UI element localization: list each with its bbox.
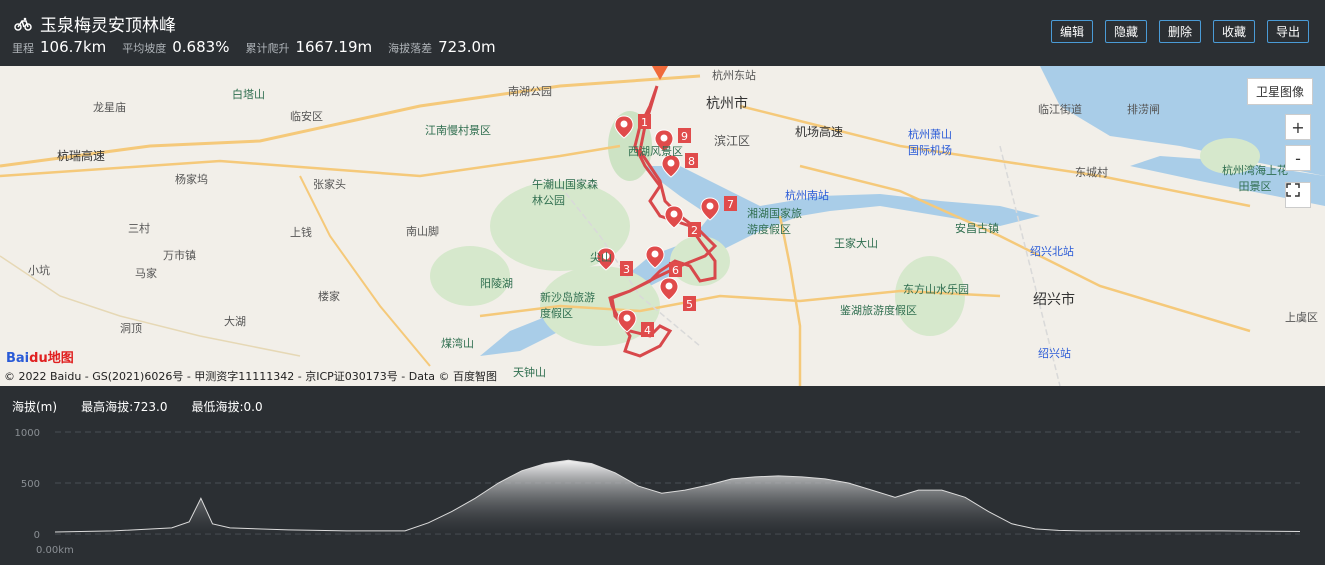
place-label: 绍兴市 — [1033, 292, 1075, 308]
place-label: 安昌古镇 — [955, 222, 999, 235]
place-label: 万市镇 — [163, 249, 196, 262]
place-label: 临江街道 — [1038, 103, 1082, 116]
place-label: 南湖公园 — [508, 85, 552, 98]
stat-elev-diff: 723.0m — [438, 38, 496, 56]
svg-text:2: 2 — [691, 224, 698, 237]
logo-text: Bai — [6, 351, 30, 366]
place-label: 西湖风景区 — [628, 145, 683, 158]
route-stats: 里程 106.7km 平均坡度 0.683% 累计爬升 1667.19m 海拔落… — [12, 38, 506, 56]
bike-icon — [14, 17, 32, 31]
stat-label: 海拔落差 — [388, 42, 433, 55]
place-label: 煤湾山 — [441, 337, 474, 350]
place-label: 天钟山 — [513, 366, 546, 379]
place-label: 东城村 — [1075, 166, 1108, 179]
svg-text:7: 7 — [727, 198, 734, 211]
place-label: 上钱 — [290, 226, 312, 239]
logo-tail: du地图 — [29, 351, 74, 366]
place-label: 楼家 — [318, 290, 340, 303]
delete-button[interactable]: 删除 — [1159, 20, 1201, 43]
place-label: 机场高速 — [795, 125, 844, 139]
waypoint-7[interactable]: 7 — [700, 196, 750, 236]
place-label: 阳陵湖 — [480, 277, 513, 290]
zoom-out-button[interactable]: - — [1285, 145, 1311, 171]
stat-ascent: 1667.19m — [295, 38, 373, 56]
svg-text:3: 3 — [623, 263, 630, 276]
route-header: 玉泉梅灵安顶林峰 里程 106.7km 平均坡度 0.683% 累计爬升 166… — [0, 0, 1325, 66]
satellite-toggle-button[interactable]: 卫星图像 — [1247, 78, 1313, 105]
y-tick-labels: 1000 500 0 — [15, 428, 40, 541]
svg-text:9: 9 — [681, 130, 688, 143]
route-title: 玉泉梅灵安顶林峰 — [14, 11, 176, 36]
place-label: 杭州南站 — [785, 189, 829, 202]
place-label: 小坑 — [28, 264, 50, 277]
stat-label: 里程 — [12, 42, 34, 55]
baidu-logo: Baidu地图 — [6, 347, 74, 366]
place-label: 龙星庙 — [93, 101, 126, 114]
stat-label: 平均坡度 — [122, 42, 167, 55]
elevation-chart[interactable]: 1000 500 0 0.00km — [0, 420, 1325, 565]
place-label: 江南慢村景区 — [425, 124, 491, 137]
waypoint-6[interactable]: 6 — [645, 244, 695, 284]
place-label: 排涝闸 — [1127, 103, 1160, 116]
place-label: 东方山水乐园 — [903, 283, 969, 296]
elevation-label: 海拔(m) — [12, 400, 58, 414]
place-label: 张家头 — [313, 178, 346, 191]
export-button[interactable]: 导出 — [1267, 20, 1309, 43]
place-label: 湘湖国家旅游度假区 — [747, 207, 802, 236]
map-copyright: © 2022 Baidu - GS(2021)6026号 - 甲测资字11111… — [4, 370, 498, 383]
place-label: 尖山 — [590, 251, 612, 264]
y-tick-label: 500 — [21, 479, 40, 490]
zoom-in-button[interactable]: + — [1285, 114, 1311, 140]
place-label: 新沙岛旅游度假区 — [540, 291, 595, 320]
place-label: 鉴湖旅游度假区 — [840, 304, 917, 317]
start-marker-icon — [652, 66, 668, 80]
elevation-area — [55, 460, 1300, 534]
place-label: 洞顶 — [120, 322, 142, 335]
place-label: 临安区 — [290, 110, 323, 123]
place-label: 午潮山国家森林公园 — [532, 178, 598, 207]
elevation-header: 海拔(m) 最高海拔:723.0 最低海拔:0.0 — [12, 398, 263, 415]
place-label: 滨江区 — [714, 134, 751, 148]
stat-distance: 106.7km — [40, 38, 107, 56]
place-label: 三村 — [128, 222, 150, 235]
svg-text:5: 5 — [686, 298, 693, 311]
place-label: 马家 — [135, 267, 157, 280]
place-label: 绍兴站 — [1038, 347, 1071, 360]
edit-button[interactable]: 编辑 — [1051, 20, 1093, 43]
svg-text:1: 1 — [641, 116, 648, 129]
favorite-button[interactable]: 收藏 — [1213, 20, 1255, 43]
place-label: 上虞区 — [1285, 311, 1318, 324]
elevation-min: 最低海拔:0.0 — [191, 400, 263, 414]
place-label: 白塔山 — [232, 88, 265, 101]
place-label: 王家大山 — [834, 237, 878, 250]
stat-label: 累计爬升 — [245, 42, 290, 55]
svg-text:6: 6 — [672, 264, 679, 277]
place-label: 杨家坞 — [175, 173, 208, 186]
x-start-label: 0.00km — [36, 545, 74, 556]
route-title-text: 玉泉梅灵安顶林峰 — [40, 16, 176, 36]
place-label: 杭州萧山国际机场 — [908, 128, 952, 157]
stat-avg-grade: 0.683% — [172, 38, 230, 56]
action-bar: 编辑 隐藏 删除 收藏 导出 — [1051, 20, 1309, 43]
hide-button[interactable]: 隐藏 — [1105, 20, 1147, 43]
place-label: 杭州市 — [706, 96, 748, 112]
y-tick-label: 1000 — [15, 428, 40, 439]
place-label: 南山脚 — [406, 225, 439, 238]
fullscreen-icon — [1286, 183, 1300, 197]
place-label: 绍兴北站 — [1030, 245, 1074, 258]
svg-text:4: 4 — [644, 324, 651, 337]
elevation-max: 最高海拔:723.0 — [81, 400, 168, 414]
place-label: 杭瑞高速 — [57, 149, 106, 163]
place-label: 杭州湾海上花田景区 — [1222, 164, 1288, 193]
place-label: 大湖 — [224, 315, 246, 328]
y-tick-label: 0 — [34, 530, 40, 541]
place-label: 杭州东站 — [712, 69, 756, 82]
route-map[interactable]: 1 2 3 4 5 6 7 8 9 杭州市 临安区 白塔山 龙星庙 南湖公园 江… — [0, 66, 1325, 386]
fullscreen-button[interactable] — [1285, 182, 1311, 208]
